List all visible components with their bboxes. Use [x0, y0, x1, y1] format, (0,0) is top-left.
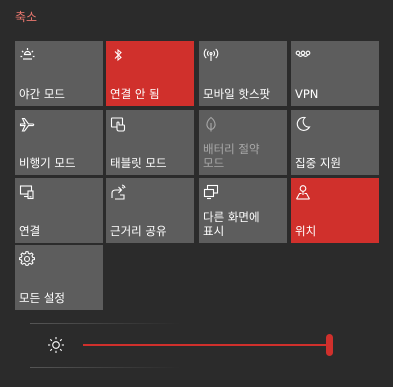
tile-label: 모든 설정 [19, 291, 65, 305]
tile-label: 다른 화면에 표시 [203, 210, 260, 238]
tile-airplane-mode[interactable]: 비행기 모드 [15, 110, 103, 175]
divider [30, 323, 180, 324]
location-icon [295, 184, 311, 200]
brightness-icon [19, 47, 35, 63]
tile-location[interactable]: 위치 [291, 178, 379, 243]
tile-label: 모바일 핫스팟 [203, 87, 271, 101]
tile-label: 태블릿 모드 [110, 156, 167, 170]
tile-label: 연결 [19, 224, 41, 238]
connect-icon [19, 184, 35, 200]
tile-all-settings[interactable]: 모든 설정 [15, 245, 103, 310]
brightness-icon [47, 336, 65, 354]
tile-focus-assist[interactable]: 집중 지원 [291, 110, 379, 175]
tile-nearby-sharing[interactable]: 근거리 공유 [106, 178, 194, 243]
tile-label: 위치 [295, 224, 317, 238]
bluetooth-icon [110, 47, 126, 63]
collapse-link[interactable]: 축소 [15, 8, 37, 25]
tile-label: 비행기 모드 [19, 156, 76, 170]
mobile-hotspot-icon [203, 47, 219, 63]
divider [30, 367, 180, 368]
battery-saver-icon [203, 116, 219, 132]
airplane-icon [19, 116, 35, 132]
moon-icon [295, 116, 311, 132]
tile-label: 연결 안 됨 [110, 87, 160, 101]
tile-bluetooth[interactable]: 연결 안 됨 [106, 41, 194, 106]
action-center-panel: 축소 야간 모드 연결 안 됨 모바일 핫스팟 VPN 비행기 모드 태블릿 모… [0, 0, 393, 387]
tile-label: 배터리 절약 모드 [203, 142, 260, 170]
brightness-slider-thumb[interactable] [326, 334, 333, 356]
tile-tablet-mode[interactable]: 태블릿 모드 [106, 110, 194, 175]
tile-connect[interactable]: 연결 [15, 178, 103, 243]
tile-label: 야간 모드 [19, 87, 65, 101]
tablet-mode-icon [110, 116, 126, 132]
tile-label: 근거리 공유 [110, 224, 167, 238]
brightness-slider[interactable] [83, 334, 333, 356]
tile-vpn[interactable]: VPN [291, 41, 379, 106]
nearby-share-icon [110, 184, 126, 200]
brightness-slider-fill [83, 344, 329, 346]
brightness-slider-area [0, 320, 393, 370]
gear-icon [19, 251, 35, 267]
tile-project[interactable]: 다른 화면에 표시 [199, 178, 287, 243]
tile-mobile-hotspot[interactable]: 모바일 핫스팟 [199, 41, 287, 106]
project-icon [203, 184, 219, 200]
tile-night-light[interactable]: 야간 모드 [15, 41, 103, 106]
tile-label: VPN [295, 87, 319, 101]
vpn-icon [295, 47, 311, 63]
tile-battery-saver[interactable]: 배터리 절약 모드 [199, 110, 287, 175]
tile-label: 집중 지원 [295, 156, 341, 170]
